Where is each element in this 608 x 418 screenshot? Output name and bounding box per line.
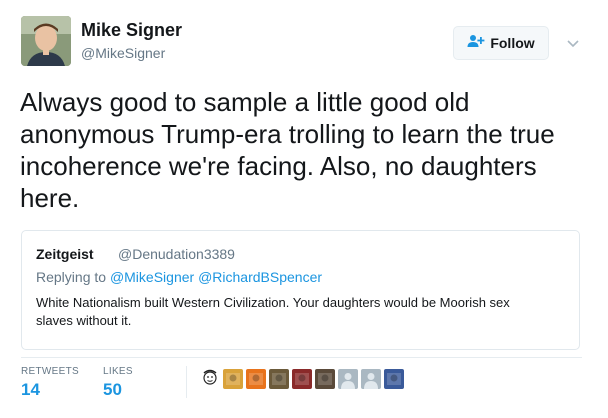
default-egg-avatar[interactable] <box>338 369 358 389</box>
crowd-avatar[interactable] <box>315 369 335 389</box>
quoted-text-line: White Nationalism built Western Civiliza… <box>36 295 510 310</box>
tweet-line: here. <box>20 183 80 213</box>
reply-mention-link[interactable]: @MikeSigner <box>110 269 194 285</box>
stats-separator <box>186 366 187 398</box>
comic-avatar[interactable] <box>292 369 312 389</box>
quoted-author-handle: @Denudation3389 <box>118 246 235 262</box>
replying-to: Replying to @MikeSigner @RichardBSpencer <box>36 269 322 285</box>
follow-label: Follow <box>490 35 535 51</box>
likes-count[interactable]: 50 <box>103 380 122 400</box>
person-add-icon <box>467 34 485 53</box>
author-avatar[interactable] <box>21 16 71 66</box>
quoted-text-line: slaves without it. <box>36 313 132 328</box>
quoted-tweet-text: White Nationalism built Western Civiliza… <box>36 294 556 330</box>
reply-mention-link[interactable]: @RichardBSpencer <box>198 269 322 285</box>
tweet-line: Always good to sample a little good old <box>20 87 470 117</box>
likes-label: LIKES <box>103 366 133 377</box>
orange-bird-avatar[interactable] <box>246 369 266 389</box>
stats-divider <box>21 357 582 358</box>
liked-by-avatars <box>200 369 404 389</box>
chevron-down-icon[interactable] <box>567 35 579 53</box>
building-avatar[interactable] <box>269 369 289 389</box>
blue-character-avatar[interactable] <box>384 369 404 389</box>
tweet-text: Always good to sample a little good old … <box>20 86 595 214</box>
cartoon-face-avatar[interactable] <box>200 369 220 389</box>
retweets-count[interactable]: 14 <box>21 380 40 400</box>
quoted-tweet[interactable]: Zeitgeist @Denudation3389 Replying to @M… <box>21 230 580 350</box>
default-egg-avatar[interactable] <box>361 369 381 389</box>
retweets-label: RETWEETS <box>21 366 79 377</box>
quoted-author-name: Zeitgeist <box>36 246 94 262</box>
author-handle[interactable]: @MikeSigner <box>81 45 165 61</box>
replying-to-label: Replying to <box>36 269 107 285</box>
author-name[interactable]: Mike Signer <box>81 20 182 41</box>
pixel-art-avatar[interactable] <box>223 369 243 389</box>
follow-button[interactable]: Follow <box>453 26 549 60</box>
tweet-line: anonymous Trump-era trolling to learn th… <box>20 119 555 149</box>
tweet-line: incoherence we're facing. Also, no daugh… <box>20 151 537 181</box>
